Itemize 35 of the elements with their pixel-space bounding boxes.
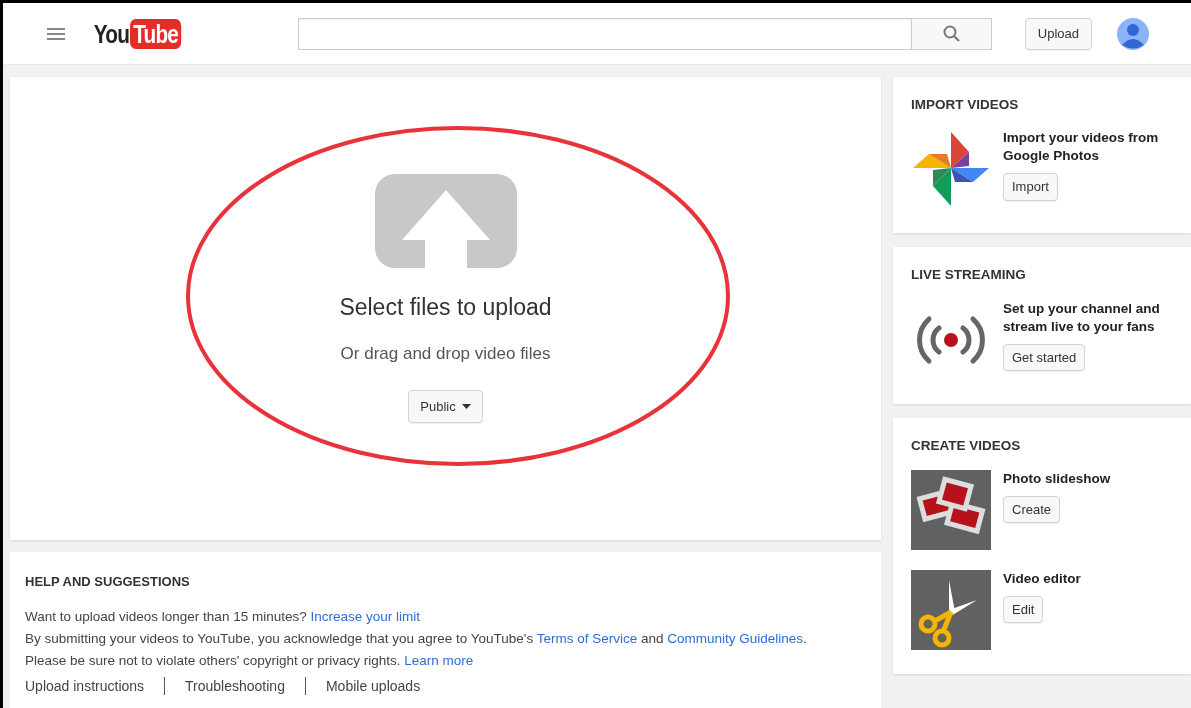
footer-link[interactable]: Mobile uploads: [325, 675, 421, 697]
help-link[interactable]: Terms of Service: [536, 630, 638, 646]
help-sentence: Please be sure not to violate others' copyright or privacy rights. Learn more: [25, 651, 475, 670]
slides-icon: [911, 469, 991, 550]
scissors-icon: [911, 569, 991, 650]
card-text: Video editor: [1003, 569, 1082, 588]
footer-link[interactable]: Troubleshooting: [185, 675, 285, 697]
card-heading: CREATE VIDEOS: [911, 436, 1022, 455]
search-button[interactable]: [912, 17, 993, 50]
help-link[interactable]: Increase your limit: [310, 608, 420, 624]
card-button[interactable]: Create: [1003, 495, 1061, 524]
card-heading: LIVE STREAMING: [911, 266, 1027, 285]
avatar-icon[interactable]: [1117, 17, 1149, 50]
upload-button[interactable]: Upload: [1024, 17, 1092, 50]
footer-link[interactable]: Upload instructions: [25, 675, 145, 697]
help-link[interactable]: Learn more: [404, 652, 474, 668]
section-heading: HELP AND SUGGESTIONS: [25, 573, 191, 591]
upload-subtitle: Or drag and drop video files: [340, 342, 551, 365]
card-heading: IMPORT VIDEOS: [911, 96, 1020, 114]
card-button[interactable]: Get started: [1003, 343, 1086, 371]
help-sentence: By submitting your videos to YouTube, you acknowledge that you agree to YouTube's Terms of Service and Community Guidelines.: [25, 629, 808, 648]
card-text: Set up your channel and stream live to your fans: [1003, 299, 1161, 336]
card-text: Import your videos from Google Photos: [1003, 129, 1160, 166]
help-sentence: Want to upload videos longer than 15 minutes? Increase your limit: [25, 607, 421, 626]
search-field[interactable]: [298, 17, 913, 50]
caret-icon: [461, 404, 471, 409]
live-broadcast-icon: [915, 314, 987, 365]
upload-title[interactable]: Select files to upload: [339, 290, 552, 325]
card-text: Photo slideshow: [1003, 469, 1112, 488]
logo[interactable]: You Tube: [85, 18, 195, 49]
card-button[interactable]: Edit: [1003, 595, 1044, 624]
search-icon: [943, 25, 961, 42]
card-button[interactable]: Import: [1003, 173, 1058, 201]
menu-icon[interactable]: [47, 26, 65, 41]
privacy-dropdown[interactable]: Public: [408, 390, 483, 423]
